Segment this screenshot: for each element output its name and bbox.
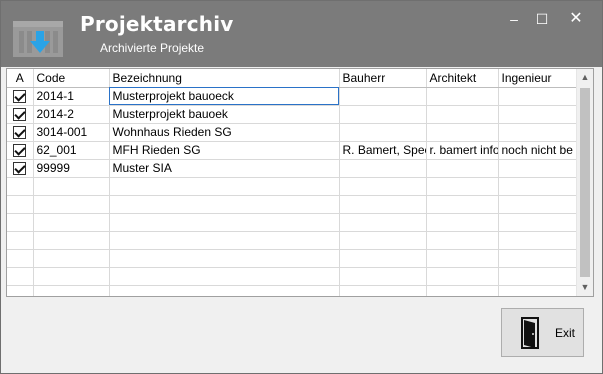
table-header-row: A Code Bezeichnung Bauherr Architekt Ing…: [7, 69, 577, 88]
architekt-cell[interactable]: [426, 87, 499, 106]
empty-row[interactable]: [7, 213, 577, 232]
archive-cabinet-icon: [13, 21, 63, 57]
project-table: A Code Bezeichnung Bauherr Architekt Ing…: [7, 69, 577, 296]
maximize-button[interactable]: ☐: [527, 7, 557, 31]
project-archive-window: Projektarchiv Archivierte Projekte – ☐ ✕…: [0, 0, 603, 374]
column-header-code[interactable]: Code: [33, 69, 110, 88]
scroll-down-icon[interactable]: ▼: [577, 279, 593, 296]
bezeichnung-text: Musterprojekt bauoeck: [112, 89, 234, 103]
code-cell[interactable]: 2014-1: [33, 87, 110, 106]
ingenieur-cell[interactable]: [498, 159, 577, 178]
checkbox[interactable]: [13, 125, 27, 139]
code-cell[interactable]: 3014-001: [33, 123, 110, 142]
bezeichnung-cell-editing[interactable]: Musterprojekt bauoeck: [109, 87, 340, 106]
vertical-scrollbar[interactable]: ▲ ▼: [576, 69, 593, 296]
ingenieur-cell[interactable]: [498, 87, 577, 106]
archived-checkbox-cell[interactable]: [7, 141, 34, 160]
table-row[interactable]: 2014-2 Musterprojekt bauoek: [7, 105, 577, 124]
project-grid[interactable]: A Code Bezeichnung Bauherr Architekt Ing…: [6, 68, 594, 297]
column-header-bauherr[interactable]: Bauherr: [339, 69, 427, 88]
scroll-up-icon[interactable]: ▲: [577, 69, 593, 86]
ingenieur-cell[interactable]: noch nicht be: [498, 141, 577, 160]
minimize-button[interactable]: –: [499, 7, 529, 31]
ingenieur-cell[interactable]: [498, 105, 577, 124]
table-row[interactable]: 62_001 MFH Rieden SG R. Bamert, Spee r. …: [7, 141, 577, 160]
window-title: Projektarchiv: [80, 12, 234, 36]
empty-row[interactable]: [7, 285, 577, 296]
empty-row[interactable]: [7, 267, 577, 286]
column-header-a[interactable]: A: [7, 69, 34, 88]
column-header-architekt[interactable]: Architekt: [426, 69, 499, 88]
bauherr-cell[interactable]: R. Bamert, Spee: [339, 141, 427, 160]
empty-row[interactable]: [7, 249, 577, 268]
column-header-ingenieur[interactable]: Ingenieur: [498, 69, 577, 88]
bezeichnung-cell[interactable]: Musterprojekt bauoek: [109, 105, 340, 124]
table-row[interactable]: 99999 Muster SIA: [7, 159, 577, 178]
column-header-bezeichnung[interactable]: Bezeichnung: [109, 69, 340, 88]
architekt-cell[interactable]: [426, 105, 499, 124]
title-bar[interactable]: Projektarchiv Archivierte Projekte – ☐ ✕: [1, 1, 602, 67]
ingenieur-cell[interactable]: [498, 123, 577, 142]
checkbox[interactable]: [13, 143, 27, 157]
door-exit-icon: [521, 317, 539, 349]
exit-label: Exit: [555, 326, 576, 340]
bezeichnung-cell[interactable]: MFH Rieden SG: [109, 141, 340, 160]
archived-checkbox-cell[interactable]: [7, 159, 34, 178]
architekt-cell[interactable]: r. bamert info: [426, 141, 499, 160]
code-cell[interactable]: 2014-2: [33, 105, 110, 124]
table-row[interactable]: 2014-1 Musterprojekt bauoeck: [7, 87, 577, 106]
scroll-thumb[interactable]: [580, 88, 590, 277]
empty-row[interactable]: [7, 231, 577, 250]
bezeichnung-cell[interactable]: Wohnhaus Rieden SG: [109, 123, 340, 142]
bauherr-cell[interactable]: [339, 105, 427, 124]
architekt-cell[interactable]: [426, 123, 499, 142]
checkbox[interactable]: [13, 89, 27, 103]
empty-row[interactable]: [7, 195, 577, 214]
archived-checkbox-cell[interactable]: [7, 87, 34, 106]
archived-checkbox-cell[interactable]: [7, 105, 34, 124]
code-cell[interactable]: 62_001: [33, 141, 110, 160]
bauherr-cell[interactable]: [339, 159, 427, 178]
checkbox[interactable]: [13, 107, 27, 121]
archived-checkbox-cell[interactable]: [7, 123, 34, 142]
code-cell[interactable]: 99999: [33, 159, 110, 178]
exit-button[interactable]: Exit: [501, 308, 584, 357]
bezeichnung-cell[interactable]: Muster SIA: [109, 159, 340, 178]
checkbox[interactable]: [13, 161, 27, 175]
table-row[interactable]: 3014-001 Wohnhaus Rieden SG: [7, 123, 577, 142]
bauherr-cell[interactable]: [339, 87, 427, 106]
bauherr-cell[interactable]: [339, 123, 427, 142]
architekt-cell[interactable]: [426, 159, 499, 178]
close-button[interactable]: ✕: [561, 7, 591, 31]
window-subtitle: Archivierte Projekte: [100, 41, 205, 55]
empty-row[interactable]: [7, 177, 577, 196]
